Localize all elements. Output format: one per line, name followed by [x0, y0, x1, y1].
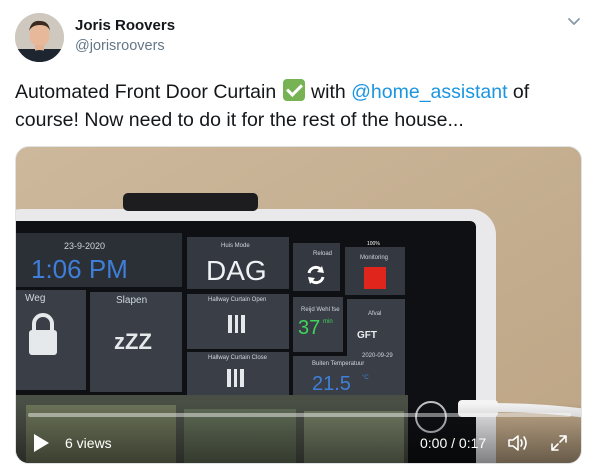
tile-huis-mode-label: Huis Mode — [221, 243, 250, 249]
tile-hallway-close-label: Hallway Curtain Close — [208, 355, 268, 361]
dashboard-date: 23-9-2020 — [64, 241, 106, 251]
sleep-zzz-icon: zZZ — [114, 329, 152, 354]
curtain-open-icon — [228, 315, 245, 333]
curtain-close-icon — [227, 369, 244, 387]
tile-buiten-temp-value: 21.5 — [312, 373, 351, 395]
avatar[interactable] — [15, 13, 64, 62]
white-check-mark-icon — [282, 79, 305, 101]
tile-reload-label: Reload — [313, 251, 333, 257]
tile-afval-date: 2020-09-29 — [362, 353, 393, 359]
dashboard-time: 1:06 PM — [31, 254, 128, 284]
tweet-text-part: with — [305, 81, 352, 103]
fullscreen-icon[interactable] — [549, 433, 569, 453]
video-time-readout: 0:00 / 0:17 — [420, 435, 487, 451]
video-progress-bar[interactable] — [28, 413, 571, 417]
tweet-text: Automated Front Door Curtain with @home_… — [15, 78, 585, 134]
tile-monitoring-label: Monitoring — [360, 255, 389, 261]
mention-link[interactable]: @home_assistant — [351, 81, 507, 103]
tile-afval-label: Afval — [368, 311, 382, 317]
video-player[interactable]: 100% 23-9-2020 1:06 PM Weg Slapen zZZ Hu… — [15, 146, 582, 464]
volume-icon[interactable] — [507, 433, 531, 453]
person-avatar-icon — [15, 13, 64, 62]
tile-travel-time-value: 37 — [298, 317, 321, 339]
play-icon[interactable] — [32, 433, 50, 453]
tile-slapen-label: Slapen — [116, 295, 148, 306]
tablet-battery-status: 100% — [367, 241, 380, 247]
tile-buiten-temp-label: Buiten Temperatuur — [312, 361, 365, 367]
author-username[interactable]: @jorisroovers — [75, 38, 165, 54]
tweet-text-part: Automated Front Door Curtain — [15, 81, 282, 103]
monitoring-indicator — [364, 267, 386, 289]
tile-weg-label: Weg — [25, 293, 46, 304]
tile-huis-mode-value: DAG — [206, 255, 267, 286]
chevron-down-icon[interactable] — [566, 15, 582, 29]
controls-shade — [16, 403, 581, 463]
author-display-name[interactable]: Joris Roovers — [75, 17, 175, 34]
video-views-count: 6 views — [65, 435, 112, 451]
tile-hallway-open-label: Hallway Curtain Open — [208, 297, 267, 303]
tile-travel-time-label: Reijd Wehl fse — [301, 307, 340, 313]
tile-afval-value: GFT — [357, 330, 377, 341]
tile-travel-time-unit: min — [323, 319, 333, 325]
tile-buiten-temp-unit: °C — [362, 375, 369, 381]
